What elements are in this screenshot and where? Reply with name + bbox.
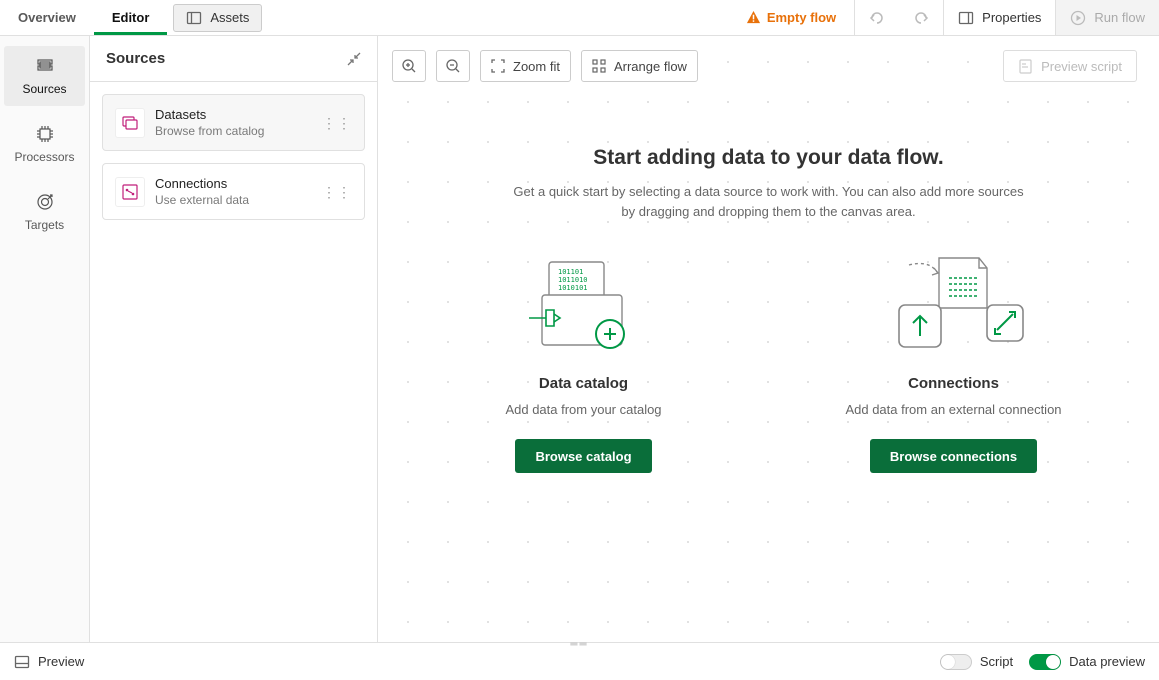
undo-button[interactable]	[855, 0, 899, 35]
main-area: Sources Processors	[0, 36, 1159, 642]
top-bar: Overview Editor Assets Empty flow	[0, 0, 1159, 36]
script-label: Script	[980, 654, 1013, 669]
tile-desc: Add data from an external connection	[845, 402, 1061, 417]
zoom-out-icon	[445, 58, 461, 74]
flow-canvas[interactable]: Zoom fit Arrange flow Preview script	[378, 36, 1159, 642]
panel-header: Sources	[90, 36, 377, 82]
browse-catalog-button[interactable]: Browse catalog	[515, 439, 651, 473]
arrange-icon	[592, 59, 606, 73]
tile-title: Connections	[908, 375, 999, 392]
empty-description: Get a quick start by selecting a data so…	[509, 182, 1029, 221]
svg-text:1011010: 1011010	[558, 276, 588, 284]
preview-script-button[interactable]: Preview script	[1003, 50, 1137, 82]
panel-right-icon	[958, 10, 974, 26]
zoom-fit-icon	[491, 59, 505, 73]
rail-item-processors[interactable]: Processors	[0, 110, 89, 178]
svg-text:1010101: 1010101	[558, 284, 588, 292]
properties-label: Properties	[982, 10, 1041, 25]
preview-script-label: Preview script	[1041, 59, 1122, 74]
zoom-in-icon	[401, 58, 417, 74]
run-flow-label: Run flow	[1094, 10, 1145, 25]
zoom-out-button[interactable]	[436, 50, 470, 82]
rail-label: Processors	[14, 150, 74, 164]
sources-icon	[35, 56, 55, 76]
undo-icon	[868, 9, 886, 27]
properties-button[interactable]: Properties	[944, 0, 1055, 35]
run-flow-button[interactable]: Run flow	[1056, 0, 1159, 35]
data-preview-toggle[interactable]	[1029, 654, 1061, 670]
script-icon	[1018, 59, 1033, 74]
assets-label: Assets	[210, 10, 249, 25]
data-catalog-illustration: 101101 1011010 1010101	[524, 247, 644, 357]
drag-handle[interactable]: ⋮⋮	[322, 120, 352, 126]
redo-button[interactable]	[899, 0, 943, 35]
top-tabs: Overview Editor	[0, 0, 167, 35]
processors-icon	[35, 124, 55, 144]
tile-data-catalog: 101101 1011010 1010101 Data catalog Add …	[459, 247, 709, 473]
tab-editor[interactable]: Editor	[94, 0, 168, 35]
left-rail: Sources Processors	[0, 36, 90, 642]
empty-flow-indicator: Empty flow	[746, 10, 854, 25]
arrange-flow-label: Arrange flow	[614, 59, 687, 74]
resize-handle[interactable]: ══	[568, 639, 592, 647]
panel-body: Datasets Browse from catalog ⋮⋮ Connecti…	[90, 82, 377, 232]
sources-panel: Sources Datasets Browse from catal	[90, 36, 378, 642]
source-card-datasets[interactable]: Datasets Browse from catalog ⋮⋮	[102, 94, 365, 151]
empty-heading: Start adding data to your data flow.	[593, 146, 943, 170]
panel-title: Sources	[106, 50, 165, 67]
rail-item-targets[interactable]: Targets	[0, 178, 89, 246]
datasets-icon	[115, 108, 145, 138]
data-preview-label: Data preview	[1069, 654, 1145, 669]
rail-label: Sources	[22, 82, 66, 96]
redo-icon	[912, 9, 930, 27]
canvas-empty-state: Start adding data to your data flow. Get…	[378, 146, 1159, 473]
panel-bottom-icon	[14, 654, 30, 670]
zoom-fit-label: Zoom fit	[513, 59, 560, 74]
preview-label: Preview	[38, 654, 84, 669]
panel-icon	[186, 10, 202, 26]
tile-desc: Add data from your catalog	[505, 402, 661, 417]
empty-tiles: 101101 1011010 1010101 Data catalog Add …	[459, 247, 1079, 473]
tile-connections: Connections Add data from an external co…	[829, 247, 1079, 473]
zoom-in-button[interactable]	[392, 50, 426, 82]
rail-label: Targets	[25, 218, 64, 232]
targets-icon	[35, 192, 55, 212]
collapse-panel-button[interactable]	[347, 52, 361, 66]
assets-button[interactable]: Assets	[173, 4, 262, 32]
canvas-toolbar: Zoom fit Arrange flow	[392, 50, 698, 82]
zoom-fit-button[interactable]: Zoom fit	[480, 50, 571, 82]
footer-bar: ══ Preview Script Data preview	[0, 642, 1159, 680]
warning-icon	[746, 10, 761, 25]
empty-flow-label: Empty flow	[767, 10, 836, 25]
browse-connections-button[interactable]: Browse connections	[870, 439, 1037, 473]
drag-handle[interactable]: ⋮⋮	[322, 189, 352, 195]
card-title: Connections	[155, 176, 312, 191]
card-title: Datasets	[155, 107, 312, 122]
source-card-connections[interactable]: Connections Use external data ⋮⋮	[102, 163, 365, 220]
arrange-flow-button[interactable]: Arrange flow	[581, 50, 698, 82]
play-icon	[1070, 10, 1086, 26]
svg-text:101101: 101101	[558, 268, 583, 276]
collapse-icon	[347, 52, 361, 66]
card-subtitle: Use external data	[155, 193, 312, 207]
connections-icon	[115, 177, 145, 207]
card-subtitle: Browse from catalog	[155, 124, 312, 138]
connections-illustration	[879, 247, 1029, 357]
rail-item-sources[interactable]: Sources	[4, 46, 85, 106]
preview-toggle-button[interactable]: Preview	[14, 654, 84, 670]
script-toggle[interactable]	[940, 654, 972, 670]
tab-overview[interactable]: Overview	[0, 0, 94, 35]
tile-title: Data catalog	[539, 375, 628, 392]
